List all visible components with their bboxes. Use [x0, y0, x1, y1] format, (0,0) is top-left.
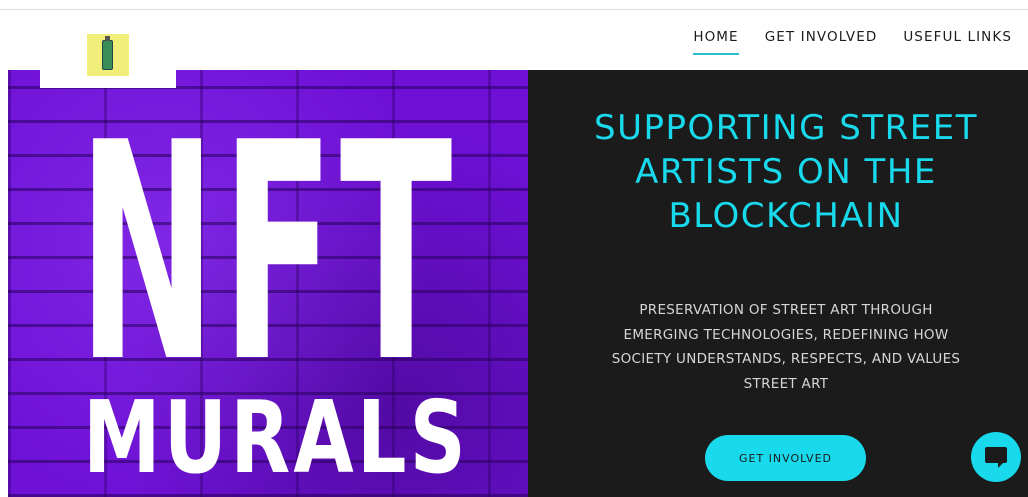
- nav-home[interactable]: HOME: [693, 29, 739, 55]
- spray-can-icon: [102, 36, 113, 70]
- nav-get-involved[interactable]: GET INVOLVED: [765, 29, 878, 55]
- site-header: HOME GET INVOLVED USEFUL LINKS: [0, 10, 1028, 88]
- nav-useful-links[interactable]: USEFUL LINKS: [903, 29, 1012, 55]
- hero-image-murals-text: MURALS: [83, 379, 469, 496]
- chat-icon: [985, 447, 1007, 468]
- logo-container[interactable]: [40, 18, 176, 88]
- top-divider: [0, 0, 1028, 10]
- hero-headline: SUPPORTING STREET ARTISTS ON THE BLOCKCH…: [594, 108, 978, 236]
- get-involved-button[interactable]: GET INVOLVED: [705, 435, 866, 481]
- main-nav: HOME GET INVOLVED USEFUL LINKS: [693, 29, 1012, 55]
- site-logo[interactable]: [87, 34, 129, 76]
- hero-image-nft-text: NFT: [78, 79, 458, 428]
- hero-image: NFT MURALS: [8, 70, 528, 497]
- hero-content: SUPPORTING STREET ARTISTS ON THE BLOCKCH…: [528, 70, 1028, 497]
- chat-button[interactable]: [971, 432, 1021, 482]
- hero-subtext: PRESERVATION OF STREET ART THROUGH EMERG…: [611, 302, 961, 392]
